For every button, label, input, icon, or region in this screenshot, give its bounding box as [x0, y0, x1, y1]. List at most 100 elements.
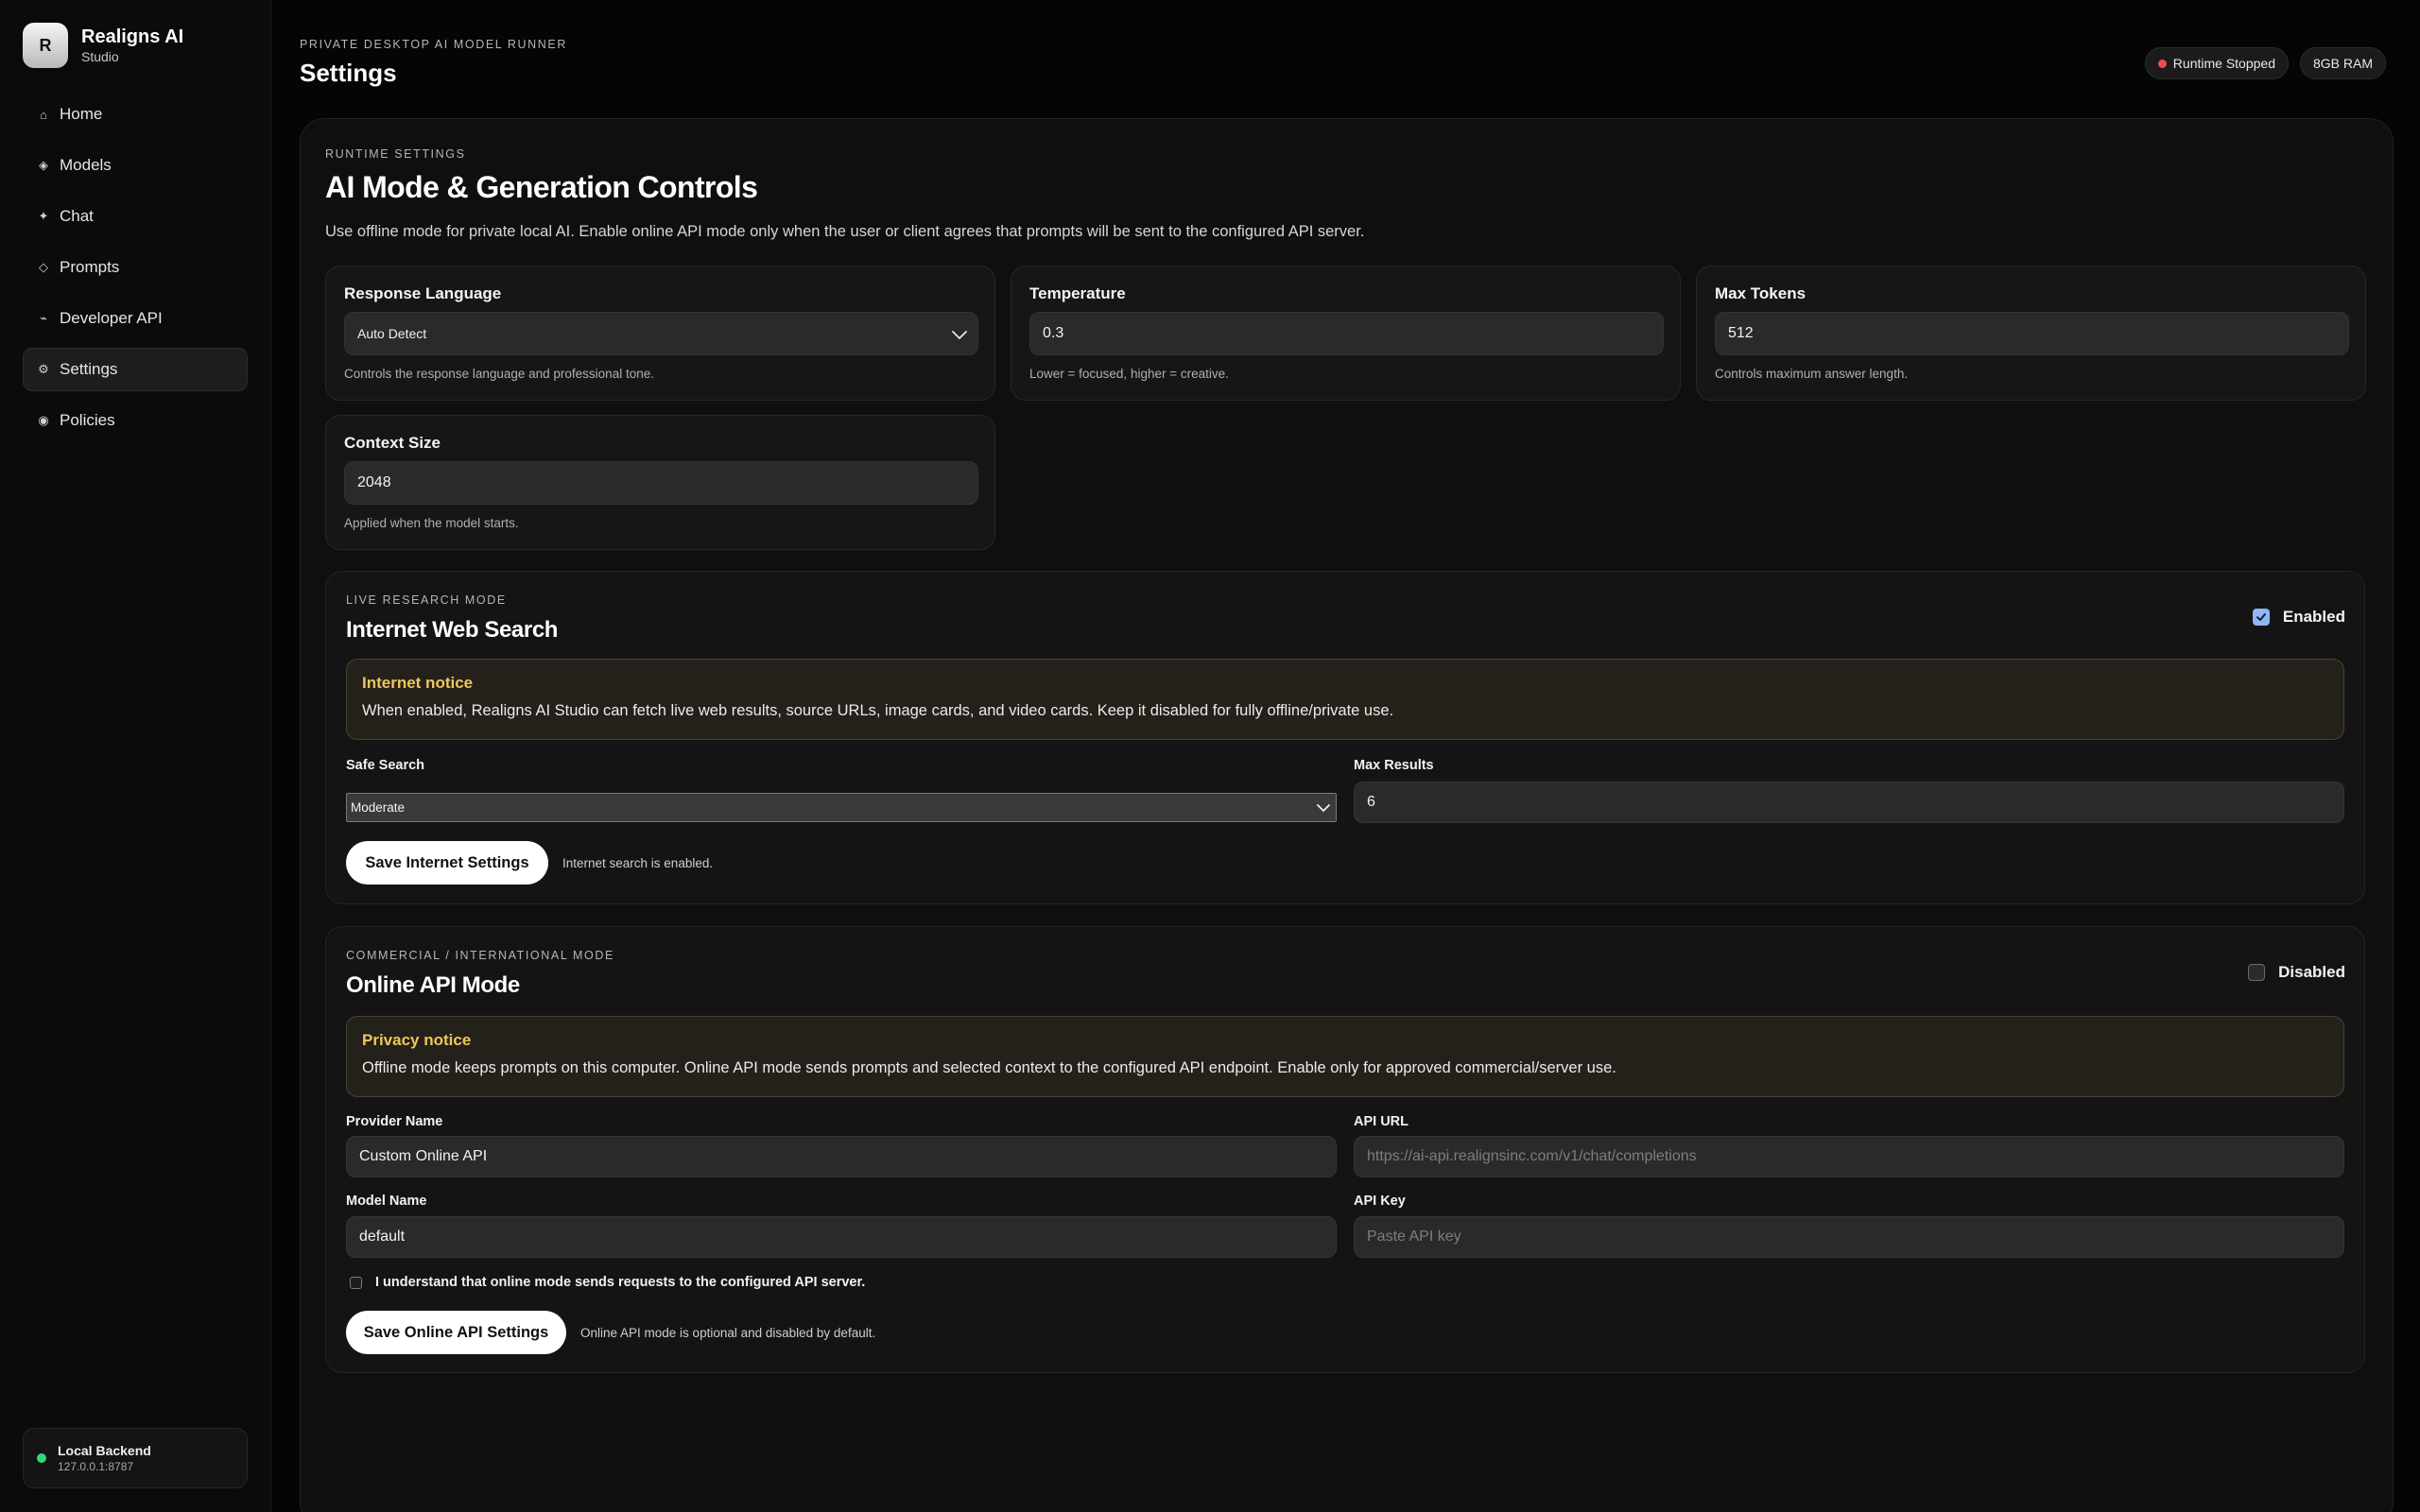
internet-notice-title: Internet notice	[362, 674, 474, 692]
runtime-title: AI Mode & Generation Controls	[325, 170, 758, 204]
online-api-eyebrow: COMMERCIAL / INTERNATIONAL MODE	[346, 949, 614, 962]
sidebar-item-label: Settings	[60, 360, 118, 378]
runtime-status-badge: Runtime Stopped	[2144, 47, 2289, 79]
gear-icon: ⚙	[38, 362, 49, 376]
backend-status-card: Local Backend 127.0.0.1:8787	[23, 1428, 248, 1488]
api-url-label: API URL	[1354, 1114, 1409, 1129]
response-language-value: Auto Detect	[357, 326, 427, 341]
privacy-notice: Privacy notice Offline mode keeps prompt…	[346, 1016, 2344, 1097]
brand[interactable]: R Realigns AI Studio	[23, 23, 183, 68]
sidebar-item-label: Policies	[60, 411, 115, 429]
internet-notice-text: When enabled, Realigns AI Studio can fet…	[362, 702, 1394, 719]
privacy-notice-title: Privacy notice	[362, 1031, 472, 1049]
dash-icon: ⌁	[40, 311, 47, 325]
temperature-hint: Lower = focused, higher = creative.	[1029, 367, 1229, 381]
sidebar-item-chat[interactable]: ✦ Chat	[23, 195, 248, 238]
backend-address: 127.0.0.1:8787	[58, 1460, 134, 1473]
safe-search-label: Safe Search	[346, 758, 425, 773]
status-dot-icon	[2157, 59, 2167, 68]
sidebar-item-settings[interactable]: ⚙ Settings	[23, 348, 248, 391]
chevron-down-icon	[1317, 804, 1330, 812]
temperature-value: 0.3	[1043, 325, 1064, 341]
model-name-label: Model Name	[346, 1194, 427, 1209]
sidebar-item-policies[interactable]: ◉ Policies	[23, 399, 248, 442]
temperature-input[interactable]: 0.3	[1029, 312, 1664, 355]
response-language-card: Response Language Auto Detect Controls t…	[325, 266, 995, 401]
temperature-card: Temperature 0.3 Lower = focused, higher …	[1011, 266, 1681, 401]
checkbox-checked-icon[interactable]	[2252, 609, 2270, 626]
sidebar: R Realigns AI Studio ⌂ Home ◈ Models ✦ C…	[0, 0, 271, 1512]
save-online-api-settings-button[interactable]: Save Online API Settings	[346, 1311, 566, 1354]
web-search-title: Internet Web Search	[346, 617, 559, 643]
agree-label: I understand that online mode sends requ…	[375, 1275, 866, 1290]
context-size-hint: Applied when the model starts.	[344, 516, 519, 530]
sidebar-item-home[interactable]: ⌂ Home	[23, 93, 248, 136]
max-tokens-label: Max Tokens	[1715, 284, 1806, 302]
max-tokens-card: Max Tokens 512 Controls maximum answer l…	[1696, 266, 2366, 401]
api-url-placeholder: https://ai-api.realignsinc.com/v1/chat/c…	[1367, 1148, 1697, 1164]
sidebar-item-prompts[interactable]: ◇ Prompts	[23, 246, 248, 289]
runtime-description: Use offline mode for private local AI. E…	[325, 223, 1365, 240]
provider-name-value: Custom Online API	[359, 1148, 488, 1164]
sidebar-item-label: Prompts	[60, 258, 120, 276]
brand-logo: R	[23, 23, 68, 68]
api-key-placeholder: Paste API key	[1367, 1228, 1461, 1245]
brand-name: Realigns AI	[81, 26, 184, 47]
privacy-notice-text: Offline mode keeps prompts on this compu…	[362, 1059, 1616, 1076]
internet-notice: Internet notice When enabled, Realigns A…	[346, 659, 2344, 740]
safe-search-select[interactable]: Moderate	[346, 793, 1337, 822]
temperature-label: Temperature	[1029, 284, 1126, 302]
model-name-input[interactable]: default	[346, 1216, 1337, 1258]
response-language-hint: Controls the response language and profe…	[344, 367, 654, 381]
web-search-toggle-label: Enabled	[2282, 608, 2345, 626]
page-title: Settings	[300, 59, 397, 87]
max-tokens-hint: Controls maximum answer length.	[1715, 367, 1909, 381]
sidebar-item-models[interactable]: ◈ Models	[23, 144, 248, 187]
runtime-eyebrow: RUNTIME SETTINGS	[325, 147, 466, 161]
brand-subtitle: Studio	[81, 49, 119, 64]
sparkle-icon: ✦	[38, 209, 49, 223]
ram-badge: 8GB RAM	[2299, 47, 2386, 79]
provider-name-label: Provider Name	[346, 1114, 443, 1129]
online-api-toggle-label: Disabled	[2278, 963, 2345, 981]
checkbox-unchecked-icon[interactable]	[2248, 964, 2266, 981]
max-tokens-value: 512	[1728, 325, 1754, 341]
model-name-value: default	[359, 1228, 406, 1245]
status-dot-icon	[37, 1453, 46, 1463]
max-results-input[interactable]: 6	[1354, 782, 2344, 823]
context-size-label: Context Size	[344, 434, 441, 452]
response-language-select[interactable]: Auto Detect	[344, 312, 978, 355]
diamond-icon: ◈	[39, 158, 48, 172]
api-key-input[interactable]: Paste API key	[1354, 1216, 2344, 1258]
context-size-value: 2048	[357, 474, 391, 490]
context-size-input[interactable]: 2048	[344, 461, 978, 505]
max-tokens-input[interactable]: 512	[1715, 312, 2349, 355]
web-search-eyebrow: LIVE RESEARCH MODE	[346, 593, 507, 607]
chevron-down-icon	[952, 331, 967, 339]
web-search-section: LIVE RESEARCH MODE Internet Web Search E…	[325, 571, 2365, 904]
sidebar-item-label: Models	[60, 156, 112, 174]
api-url-input[interactable]: https://ai-api.realignsinc.com/v1/chat/c…	[1354, 1136, 2344, 1177]
online-api-status-text: Online API mode is optional and disabled…	[580, 1326, 876, 1340]
diamond-outline-icon: ◇	[39, 260, 48, 274]
online-api-section: COMMERCIAL / INTERNATIONAL MODE Online A…	[325, 926, 2365, 1373]
header-status-pills: Runtime Stopped 8GB RAM	[2134, 47, 2386, 79]
sidebar-item-label: Home	[60, 105, 103, 123]
response-language-label: Response Language	[344, 284, 502, 302]
max-results-label: Max Results	[1354, 758, 1434, 773]
online-api-title: Online API Mode	[346, 972, 520, 998]
web-search-toggle[interactable]: Enabled	[2252, 608, 2345, 627]
context-size-card: Context Size 2048 Applied when the model…	[325, 415, 995, 550]
online-api-toggle[interactable]: Disabled	[2248, 963, 2345, 982]
backend-title: Local Backend	[58, 1443, 151, 1458]
provider-name-input[interactable]: Custom Online API	[346, 1136, 1337, 1177]
sidebar-item-developer-api[interactable]: ⌁ Developer API	[23, 297, 248, 340]
ram-label: 8GB RAM	[2312, 56, 2373, 71]
save-internet-settings-button[interactable]: Save Internet Settings	[346, 841, 548, 885]
safe-search-value: Moderate	[351, 800, 406, 815]
agree-checkbox[interactable]	[350, 1277, 362, 1289]
api-key-label: API Key	[1354, 1194, 1406, 1209]
home-icon: ⌂	[40, 107, 47, 122]
sidebar-item-label: Developer API	[60, 309, 163, 327]
shield-icon: ◉	[38, 413, 49, 427]
